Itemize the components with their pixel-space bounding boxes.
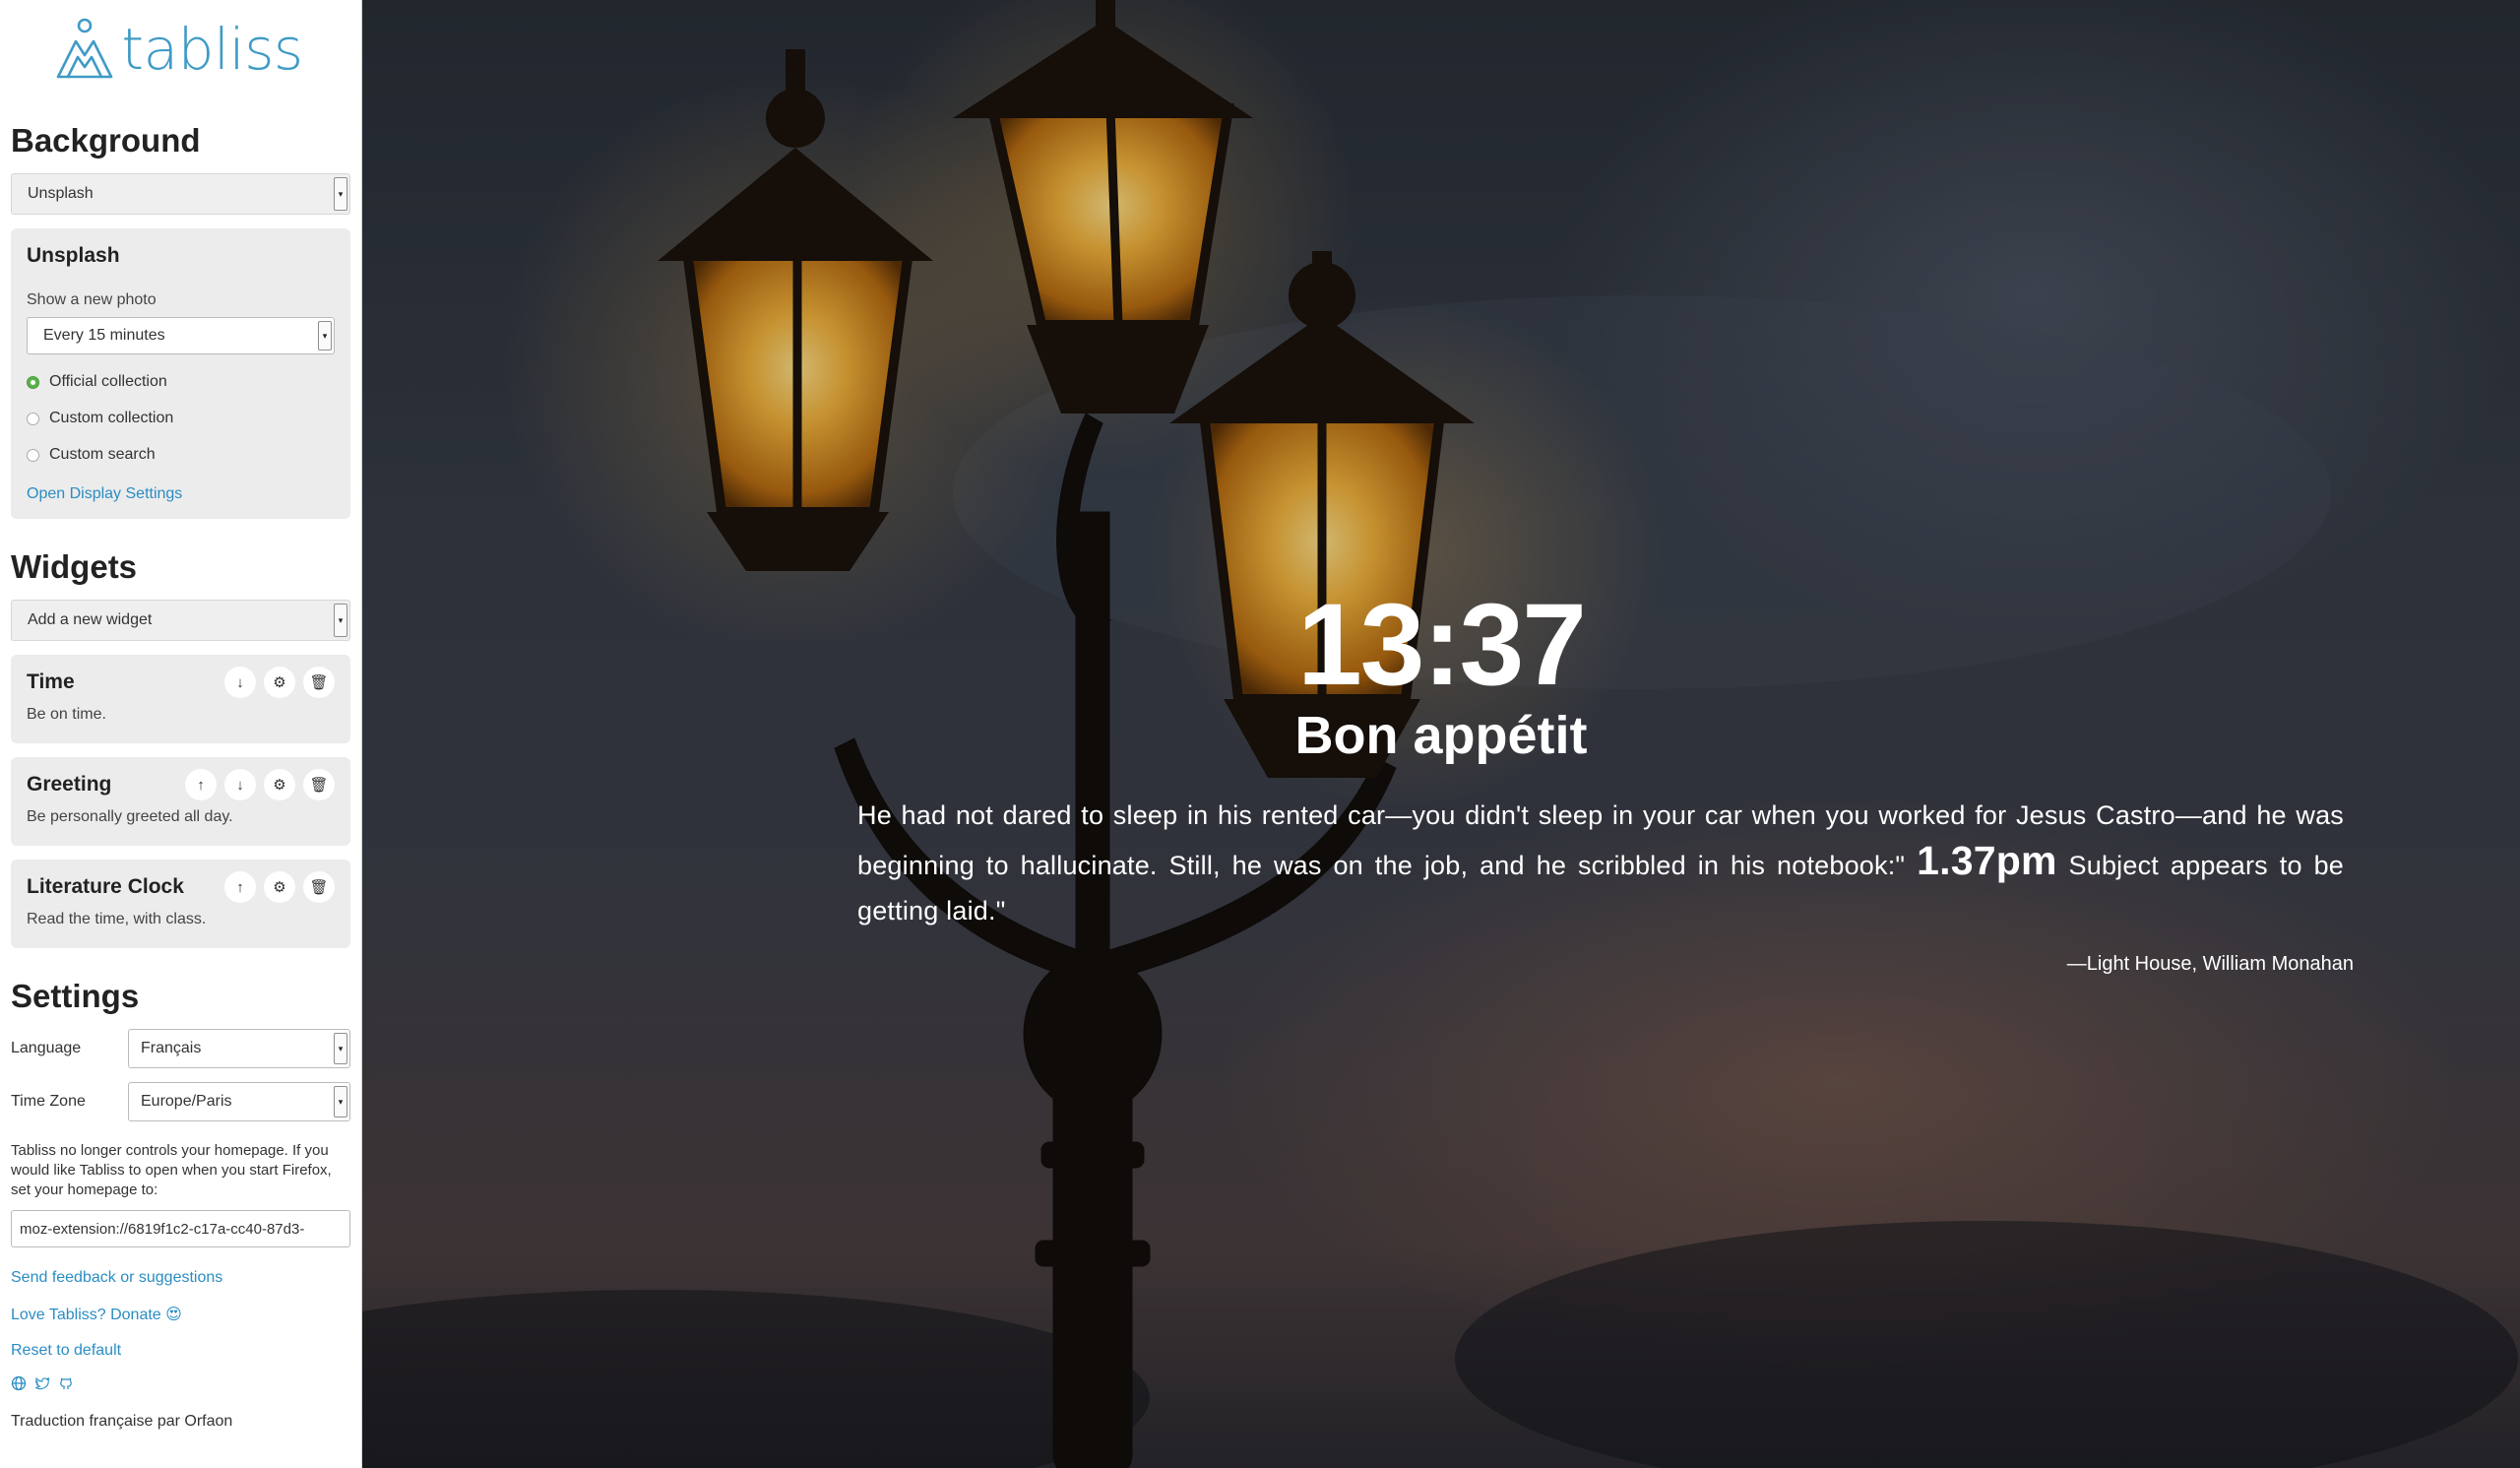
timezone-select[interactable]: Europe/Paris ▾ bbox=[128, 1082, 350, 1121]
chevron-down-icon: ▾ bbox=[334, 1086, 347, 1117]
background-heading: Background bbox=[11, 122, 201, 159]
github-icon[interactable] bbox=[58, 1375, 74, 1395]
delete-widget-button[interactable]: 🗑 bbox=[303, 769, 335, 800]
arrow-down-icon: ↓ bbox=[236, 776, 244, 794]
gear-icon: ⚙ bbox=[273, 777, 286, 794]
chevron-down-icon: ▾ bbox=[334, 177, 347, 211]
quote-time-highlight: 1.37pm bbox=[1917, 838, 2057, 883]
widget-name: Time bbox=[27, 670, 75, 693]
unsplash-panel-title: Unsplash bbox=[27, 244, 120, 267]
twitter-icon[interactable] bbox=[34, 1375, 50, 1395]
radio-label: Custom search bbox=[49, 446, 156, 463]
unsplash-panel: Unsplash Show a new photo Every 15 minut… bbox=[11, 228, 350, 519]
settings-sidebar: tabliss Background Unsplash ▾ Unsplash S… bbox=[0, 0, 362, 1468]
widget-card-literature-clock: Literature Clock ↑ ⚙ 🗑 Read the time, wi… bbox=[11, 860, 350, 948]
tabliss-logo-icon bbox=[57, 18, 113, 79]
add-widget-placeholder: Add a new widget bbox=[28, 611, 153, 628]
delete-widget-button[interactable]: 🗑 bbox=[303, 871, 335, 903]
frequency-select[interactable]: Every 15 minutes ▾ bbox=[27, 317, 335, 354]
social-links bbox=[11, 1375, 350, 1395]
translation-credit: Traduction française par Orfaon bbox=[11, 1413, 233, 1430]
add-widget-select[interactable]: Add a new widget ▾ bbox=[11, 600, 350, 641]
radio-label: Official collection bbox=[49, 373, 167, 390]
widget-settings-button[interactable]: ⚙ bbox=[264, 769, 295, 800]
background-source-value: Unsplash bbox=[28, 185, 94, 202]
widget-card-time: Time ↓ ⚙ 🗑 Be on time. bbox=[11, 655, 350, 743]
widget-description: Be personally greeted all day. bbox=[27, 808, 233, 825]
widget-card-greeting: Greeting ↑ ↓ ⚙ 🗑 Be personally greeted a… bbox=[11, 757, 350, 846]
move-down-button[interactable]: ↓ bbox=[224, 769, 256, 800]
language-select[interactable]: Français ▾ bbox=[128, 1029, 350, 1068]
literature-clock-quote: He had not dared to sleep in his rented … bbox=[857, 793, 2344, 933]
widget-name: Greeting bbox=[27, 773, 112, 796]
radio-button[interactable] bbox=[27, 412, 39, 425]
delete-widget-button[interactable]: 🗑 bbox=[303, 667, 335, 698]
quote-citation: —Light House, William Monahan bbox=[2066, 953, 2354, 975]
arrow-up-icon: ↑ bbox=[236, 878, 244, 896]
background-source-select[interactable]: Unsplash ▾ bbox=[11, 173, 350, 215]
radio-button[interactable] bbox=[27, 448, 39, 462]
settings-heading: Settings bbox=[11, 978, 140, 1014]
move-up-button[interactable]: ↑ bbox=[185, 769, 217, 800]
donate-link[interactable]: Love Tabliss? Donate 😍 bbox=[11, 1305, 350, 1324]
trash-icon: 🗑 bbox=[309, 777, 329, 794]
radio-custom-collection[interactable]: Custom collection bbox=[27, 410, 335, 427]
move-up-button[interactable]: ↑ bbox=[224, 871, 256, 903]
trash-icon: 🗑 bbox=[309, 879, 329, 896]
homepage-note: Tabliss no longer controls your homepage… bbox=[11, 1142, 332, 1198]
globe-icon[interactable] bbox=[11, 1375, 27, 1395]
chevron-down-icon: ▾ bbox=[318, 321, 332, 351]
language-row: Language Français ▾ bbox=[11, 1029, 350, 1068]
widget-name: Literature Clock bbox=[27, 875, 184, 898]
logo-text: tabliss bbox=[121, 16, 303, 83]
dashboard-background: 13:37 Bon appétit He had not dared to sl… bbox=[362, 0, 2520, 1468]
reset-to-default-link[interactable]: Reset to default bbox=[11, 1342, 350, 1360]
homepage-url-field[interactable]: moz-extension://6819f1c2-c17a-cc40-87d3- bbox=[11, 1210, 350, 1247]
arrow-down-icon: ↓ bbox=[236, 673, 244, 691]
arrow-up-icon: ↑ bbox=[197, 776, 205, 794]
widget-description: Read the time, with class. bbox=[27, 911, 207, 927]
radio-official-collection[interactable]: Official collection bbox=[27, 373, 335, 391]
widgets-heading: Widgets bbox=[11, 548, 138, 585]
timezone-label: Time Zone bbox=[11, 1093, 86, 1110]
radio-button-checked[interactable] bbox=[27, 375, 39, 389]
language-value: Français bbox=[141, 1040, 202, 1056]
gear-icon: ⚙ bbox=[273, 674, 286, 691]
trash-icon: 🗑 bbox=[309, 674, 329, 691]
language-label: Language bbox=[11, 1040, 82, 1056]
greeting-widget: Bon appétit bbox=[1294, 706, 1588, 765]
timezone-row: Time Zone Europe/Paris ▾ bbox=[11, 1082, 350, 1121]
tabliss-logo: tabliss bbox=[7, 0, 350, 98]
time-widget-clock: 13:37 bbox=[1297, 580, 1587, 710]
gear-icon: ⚙ bbox=[273, 879, 286, 896]
widget-description: Be on time. bbox=[27, 706, 106, 723]
move-down-button[interactable]: ↓ bbox=[224, 667, 256, 698]
frequency-label: Show a new photo bbox=[27, 291, 157, 308]
chevron-down-icon: ▾ bbox=[334, 604, 347, 637]
radio-label: Custom collection bbox=[49, 410, 174, 426]
widget-settings-button[interactable]: ⚙ bbox=[264, 667, 295, 698]
radio-custom-search[interactable]: Custom search bbox=[27, 446, 335, 464]
frequency-value: Every 15 minutes bbox=[43, 327, 165, 344]
widget-settings-button[interactable]: ⚙ bbox=[264, 871, 295, 903]
open-display-settings-link[interactable]: Open Display Settings bbox=[27, 485, 335, 503]
feedback-link[interactable]: Send feedback or suggestions bbox=[11, 1269, 350, 1287]
chevron-down-icon: ▾ bbox=[334, 1033, 347, 1064]
timezone-value: Europe/Paris bbox=[141, 1093, 232, 1110]
